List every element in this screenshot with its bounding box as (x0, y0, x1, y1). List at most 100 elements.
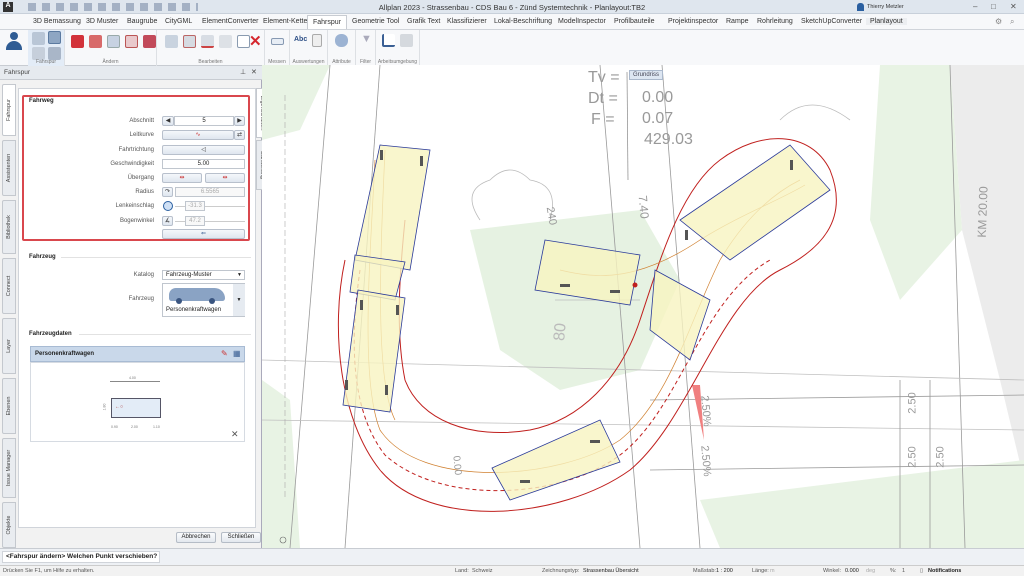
help-text: Drücken Sie F1, um Hilfe zu erhalten. (3, 568, 95, 574)
tab-fahrspur[interactable]: Fahrspur (307, 15, 348, 29)
abschnitt-next-button[interactable]: ▶ (234, 116, 245, 126)
tab-klassifizierer[interactable]: Klassifizierer (447, 18, 487, 25)
dt-label: Dt = (588, 90, 618, 107)
tab-baugrube[interactable]: Baugrube (127, 18, 157, 25)
group-label: Bearbeiten (198, 59, 223, 65)
tab-grafik-text[interactable]: Grafik Text (407, 18, 440, 25)
dim-rear: 1.10 (153, 425, 160, 429)
percent-value[interactable]: 1 (902, 568, 905, 574)
tab-profilbauteile[interactable]: Profilbauteile (614, 18, 654, 25)
tab-lokal-beschriftung[interactable]: Lokal-Beschriftung (494, 18, 552, 25)
uebergang-end-button[interactable]: ⇹ (205, 173, 245, 183)
settings-icon[interactable]: ⚙ (995, 17, 1002, 26)
user-name[interactable]: Thierry Metzler (867, 4, 904, 10)
tab-planlayout[interactable]: Planlayout (866, 18, 907, 25)
vtab-label: Objekte (6, 515, 12, 535)
cancel-button[interactable]: Abbrechen (176, 532, 216, 543)
vtab-ebenen[interactable]: Ebenen (2, 378, 16, 434)
tab-sketchupconverter[interactable]: SketchUpConverter (801, 18, 862, 25)
vtab-bibliothek[interactable]: Bibliothek (2, 200, 16, 254)
tab-rohrleitung[interactable]: Rohrleitung (757, 18, 793, 25)
notifications-button[interactable]: Notifications (928, 568, 961, 574)
zeichnungstyp-value[interactable]: Strassenbau Übersicht (583, 568, 639, 574)
pin-icon[interactable] (89, 35, 102, 48)
active-point (632, 282, 638, 288)
vtab-fahrspur[interactable]: Fahrspur (2, 84, 16, 136)
uebergang-start-button[interactable]: ⇹ (162, 173, 202, 183)
tab-rampe[interactable]: Rampe (726, 18, 749, 25)
report-icon[interactable] (312, 34, 322, 47)
fahrzeug-select[interactable]: Personenkraftwagen ▼ (162, 283, 245, 317)
mirror-icon[interactable] (219, 35, 232, 48)
edit-pencil-icon[interactable]: ✎ (221, 349, 228, 358)
split-icon[interactable] (143, 35, 156, 48)
minimize-button[interactable]: – (973, 2, 977, 11)
curve-icon[interactable] (125, 35, 138, 48)
delete-icon[interactable]: ✕ (249, 32, 262, 50)
maximize-button[interactable]: □ (991, 2, 996, 11)
fahrzeug-title: Fahrzeug (29, 254, 56, 260)
dim-front: 0.90 (111, 425, 118, 429)
radius-input[interactable]: 6.5565 (175, 187, 245, 197)
calendar-icon[interactable]: ▦ (233, 349, 241, 358)
coordinate-icon[interactable] (382, 34, 395, 47)
close-panel-icon[interactable]: ✕ (251, 68, 257, 76)
vtab-assistenten[interactable]: Assistenten (2, 140, 16, 196)
tab-3d-bemassung[interactable]: 3D Bemassung (33, 18, 81, 25)
pencil-icon[interactable] (71, 35, 84, 48)
laenge-unit[interactable]: m (770, 568, 775, 574)
abschnitt-input[interactable]: 5 (174, 116, 234, 126)
rotate-icon[interactable] (201, 35, 214, 48)
attribute-icon[interactable] (335, 34, 348, 47)
abschnitt-label: Abschnitt (129, 118, 154, 124)
view-label-grundriss[interactable]: Grundriss (629, 70, 664, 80)
close-button[interactable]: ✕ (1010, 2, 1017, 11)
pin-panel-icon[interactable]: ⊥ (240, 68, 246, 76)
copy-icon[interactable] (165, 35, 178, 48)
close-panel-button[interactable]: Schließen (221, 532, 261, 543)
filter-icon[interactable]: ▼ (361, 33, 372, 45)
lenkeinschlag-slider[interactable]: -31.3 (185, 201, 205, 211)
back-arrow-button[interactable]: ⇐ (162, 229, 245, 239)
geschwindigkeit-input[interactable]: 5.00 (162, 159, 245, 169)
leitkurve-swap-button[interactable]: ⇄ (234, 130, 245, 140)
tab-citygml[interactable]: CityGML (165, 18, 192, 25)
workspace-icon[interactable] (400, 34, 413, 47)
tab-elementconverter[interactable]: ElementConverter (202, 18, 258, 25)
leitkurve-button[interactable]: ∿ (162, 130, 234, 140)
divider (61, 257, 251, 258)
fahrspur-tool-icon[interactable] (32, 32, 45, 45)
measure-icon[interactable] (271, 38, 284, 45)
massstab-label: Maßstab: (693, 568, 716, 574)
vtab-label: Fahrspur (6, 98, 12, 122)
dt-value: 0.00 (642, 89, 674, 106)
drawing-canvas[interactable]: Tv = Dt = F = 0.00 0.07 429.03 Grundriss… (262, 65, 1024, 548)
f-value: 0.07 (642, 110, 674, 127)
search-icon[interactable]: ⌕ (1010, 17, 1014, 27)
tab-element-kette[interactable]: Element-Kette (263, 18, 307, 25)
tab-modelinspector[interactable]: ModelInspector (558, 18, 606, 25)
winkel-value[interactable]: 0.000 (845, 568, 859, 574)
fahrtrichtung-button[interactable]: ◁ (162, 145, 245, 155)
text-evaluation-icon[interactable]: Abc (294, 36, 307, 43)
winkel-unit[interactable]: deg (866, 568, 875, 574)
vtab-issue-manager[interactable]: Issue Manager (2, 438, 16, 498)
move-icon[interactable] (183, 35, 196, 48)
modify-icon[interactable] (107, 35, 120, 48)
tab-geometrie-tool[interactable]: Geometrie Tool (352, 18, 399, 25)
vtab-connect[interactable]: Connect (2, 258, 16, 314)
vtab-layer[interactable]: Layer (2, 318, 16, 374)
bogenwinkel-slider[interactable]: 47.2 (185, 216, 205, 226)
close-diagram-icon[interactable]: ✕ (231, 429, 239, 440)
fahrtrichtung-label: Fahrtrichtung (118, 147, 154, 153)
radius-icon[interactable]: ↷ (162, 187, 173, 197)
abschnitt-prev-button[interactable]: ◀ (162, 116, 174, 126)
fahrspur-edit-icon[interactable] (48, 31, 61, 44)
tab-3d-muster[interactable]: 3D Muster (86, 18, 118, 25)
massstab-value[interactable]: 1 : 200 (716, 568, 733, 574)
cad-drawing[interactable] (262, 65, 1024, 548)
vtab-objekte[interactable]: Objekte (2, 502, 16, 548)
tab-projektinspector[interactable]: Projektinspector (668, 18, 718, 25)
user-avatar-icon[interactable] (6, 32, 22, 56)
katalog-select[interactable]: Fahrzeug-Muster (162, 270, 245, 280)
